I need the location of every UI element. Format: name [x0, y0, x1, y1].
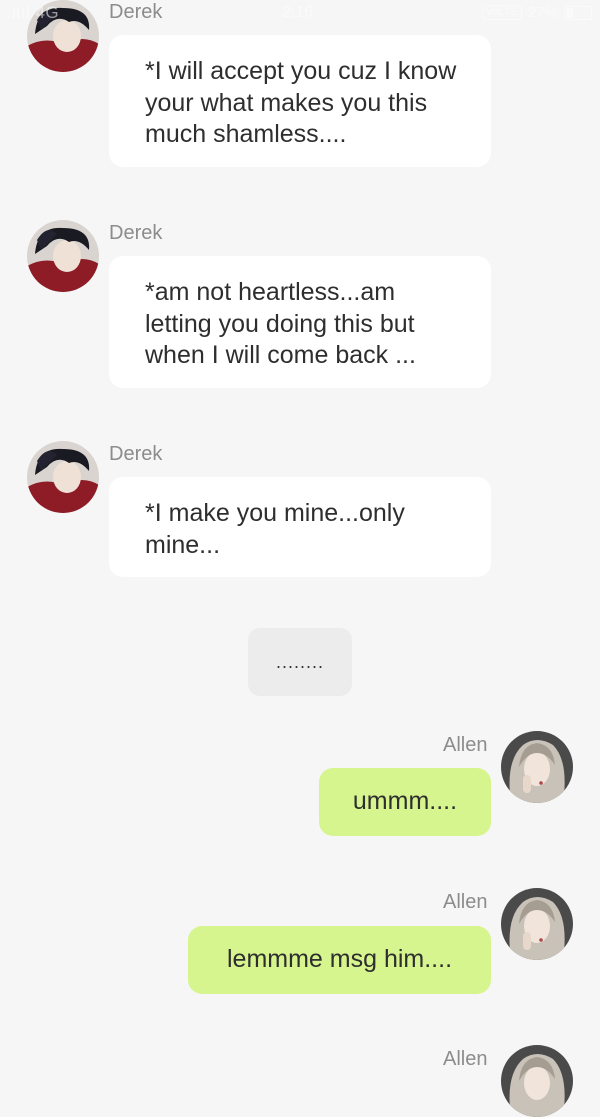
sender-name: Allen — [443, 891, 488, 913]
volte-badge: VoLTE — [481, 5, 522, 20]
clock: 2:16 — [282, 4, 314, 21]
sender-name: Allen — [443, 1048, 488, 1070]
sender-name: Derek — [109, 443, 163, 465]
status-bar: .ılıl 4G 2:16 VoLTE 27% — [0, 0, 600, 28]
message-bubble[interactable]: lemmme msg him.... — [188, 926, 491, 994]
message-bubble[interactable]: *I will accept you cuz I know your what … — [109, 35, 491, 167]
sender-name: Derek — [109, 222, 163, 244]
allen-avatar[interactable] — [501, 1045, 573, 1117]
message-bubble[interactable]: *I make you mine...only mine... — [109, 477, 491, 577]
battery-icon — [564, 5, 592, 20]
allen-avatar[interactable] — [501, 731, 573, 803]
message-bubble[interactable]: ummm.... — [319, 768, 491, 836]
derek-avatar[interactable] — [27, 441, 99, 513]
allen-avatar[interactable] — [501, 888, 573, 960]
derek-avatar[interactable] — [27, 220, 99, 292]
battery-percent: 27% — [527, 4, 558, 21]
message-bubble[interactable]: *am not heartless...am letting you doing… — [109, 256, 491, 388]
status-right: VoLTE 27% — [481, 4, 592, 21]
signal-indicator: .ılıl 4G — [6, 3, 60, 22]
sender-name: Allen — [443, 734, 488, 756]
narration-bubble[interactable]: ........ — [248, 628, 352, 696]
